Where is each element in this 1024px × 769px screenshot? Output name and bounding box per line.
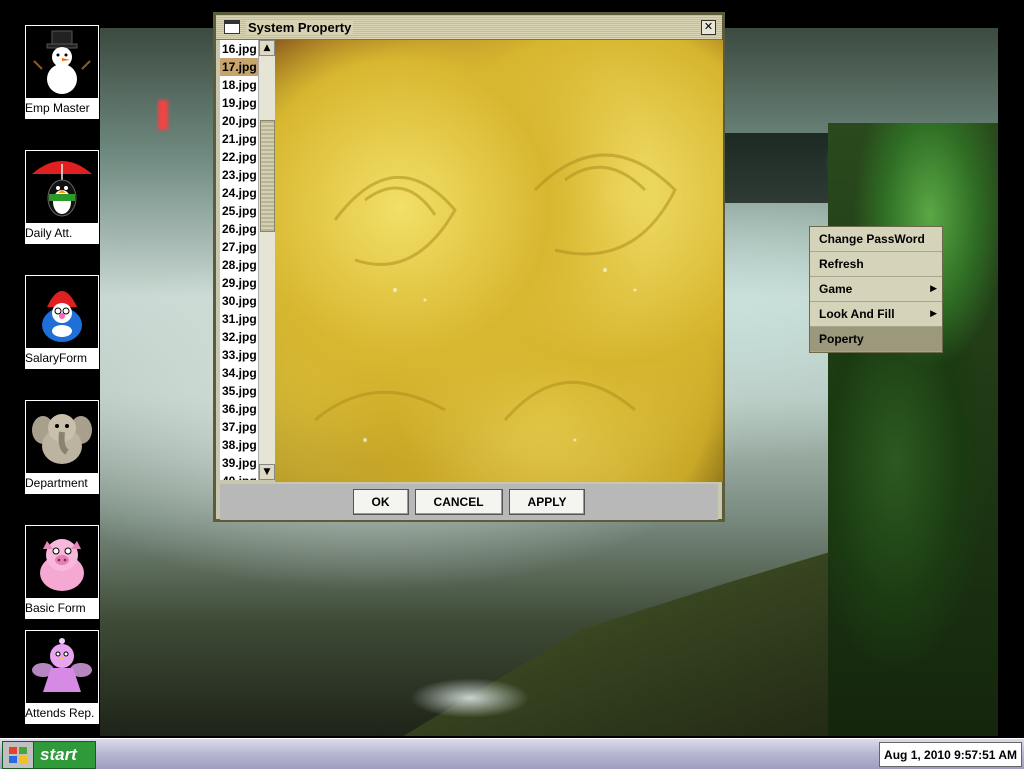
wallpaper-river — [410, 678, 530, 718]
file-list-item[interactable]: 35.jpg — [220, 382, 258, 400]
file-list-item-selected[interactable]: 17.jpg — [220, 58, 258, 76]
file-list-item[interactable]: 21.jpg — [220, 130, 258, 148]
desktop-icon-basic-form[interactable]: Basic Form — [25, 525, 99, 619]
dialog-titlebar[interactable]: System Property ✕ — [216, 15, 722, 40]
menu-item-change-password[interactable]: Change PassWord — [810, 227, 942, 252]
gnome-icon — [25, 275, 99, 349]
file-list-item[interactable]: 26.jpg — [220, 220, 258, 238]
menu-item-label: Poperty — [819, 332, 864, 346]
file-list-item[interactable]: 39.jpg — [220, 454, 258, 472]
desktop-icon-salaryform[interactable]: SalaryForm — [25, 275, 99, 369]
penguin-umbrella-icon — [25, 150, 99, 224]
taskbar: start Aug 1, 2010 9:57:51 AM — [0, 738, 1024, 769]
desktop-context-menu: Change PassWord Refresh Game ▶ Look And … — [809, 226, 943, 353]
wallpaper-red-light — [158, 100, 168, 130]
desktop-icon-attends-rep[interactable]: Attends Rep. — [25, 630, 99, 724]
desktop-icon-label: Attends Rep. — [25, 704, 99, 724]
file-list-item[interactable]: 33.jpg — [220, 346, 258, 364]
taskbar-clock: Aug 1, 2010 9:57:51 AM — [879, 742, 1022, 767]
submenu-arrow-icon: ▶ — [930, 284, 937, 294]
cancel-button[interactable]: CANCEL — [414, 489, 503, 515]
menu-item-game[interactable]: Game ▶ — [810, 277, 942, 302]
close-icon[interactable]: ✕ — [701, 20, 716, 35]
submenu-arrow-icon: ▶ — [930, 309, 937, 319]
file-list-item[interactable]: 27.jpg — [220, 238, 258, 256]
desktop-icon-daily-att[interactable]: Daily Att. — [25, 150, 99, 244]
file-list-item[interactable]: 22.jpg — [220, 148, 258, 166]
file-list-item[interactable]: 40.jpg — [220, 472, 258, 480]
file-list-item[interactable]: 20.jpg — [220, 112, 258, 130]
file-list-item[interactable]: 16.jpg — [220, 40, 258, 58]
file-list-item[interactable]: 18.jpg — [220, 76, 258, 94]
file-list-item[interactable]: 36.jpg — [220, 400, 258, 418]
file-list-item[interactable]: 28.jpg — [220, 256, 258, 274]
dialog-button-bar: OK CANCEL APPLY — [220, 484, 718, 520]
file-list-item[interactable]: 32.jpg — [220, 328, 258, 346]
dialog-title: System Property — [246, 19, 354, 35]
scroll-up-icon[interactable]: ▲ — [259, 40, 275, 56]
elephant-icon — [25, 400, 99, 474]
file-list-item[interactable]: 34.jpg — [220, 364, 258, 382]
file-list-item[interactable]: 37.jpg — [220, 418, 258, 436]
file-list-scrollbar[interactable]: ▲ ▼ — [258, 40, 275, 480]
apply-button[interactable]: APPLY — [508, 489, 586, 515]
file-list-item[interactable]: 24.jpg — [220, 184, 258, 202]
ok-button[interactable]: OK — [352, 489, 409, 515]
image-file-list[interactable]: 16.jpg 17.jpg 18.jpg 19.jpg 20.jpg 21.jp… — [220, 40, 258, 480]
windows-logo-icon — [3, 742, 34, 768]
desktop-icon-emp-master[interactable]: Emp Master — [25, 25, 99, 119]
file-list-item[interactable]: 19.jpg — [220, 94, 258, 112]
system-property-dialog: System Property ✕ 16.jpg 17.jpg 18.jpg 1… — [213, 12, 725, 522]
menu-item-label: Game — [819, 282, 853, 296]
start-label: start — [40, 745, 77, 764]
start-button[interactable]: start — [2, 741, 96, 769]
desktop-icon-label: Daily Att. — [25, 224, 99, 244]
desktop-icon-label: Basic Form — [25, 599, 99, 619]
menu-item-look-and-fill[interactable]: Look And Fill ▶ — [810, 302, 942, 327]
file-list-item[interactable]: 23.jpg — [220, 166, 258, 184]
desktop-icon-label: SalaryForm — [25, 349, 99, 369]
wallpaper-preview-image — [275, 40, 723, 482]
scroll-down-icon[interactable]: ▼ — [259, 464, 275, 480]
menu-item-label: Change PassWord — [819, 232, 925, 246]
desktop-icon-label: Department — [25, 474, 99, 494]
menu-item-property[interactable]: Poperty — [810, 327, 942, 352]
fairy-icon — [25, 630, 99, 704]
menu-item-refresh[interactable]: Refresh — [810, 252, 942, 277]
file-list-item[interactable]: 31.jpg — [220, 310, 258, 328]
menu-item-label: Refresh — [819, 257, 864, 271]
scroll-thumb[interactable] — [260, 120, 275, 232]
file-list-item[interactable]: 29.jpg — [220, 274, 258, 292]
desktop-icon-department[interactable]: Department — [25, 400, 99, 494]
menu-item-label: Look And Fill — [819, 307, 895, 321]
file-list-item[interactable]: 38.jpg — [220, 436, 258, 454]
file-list-item[interactable]: 30.jpg — [220, 292, 258, 310]
desktop-icon-label: Emp Master — [25, 99, 99, 119]
file-list-item[interactable]: 25.jpg — [220, 202, 258, 220]
window-icon — [224, 20, 240, 34]
snowman-icon — [25, 25, 99, 99]
wallpaper-trees — [828, 123, 998, 736]
pig-icon — [25, 525, 99, 599]
